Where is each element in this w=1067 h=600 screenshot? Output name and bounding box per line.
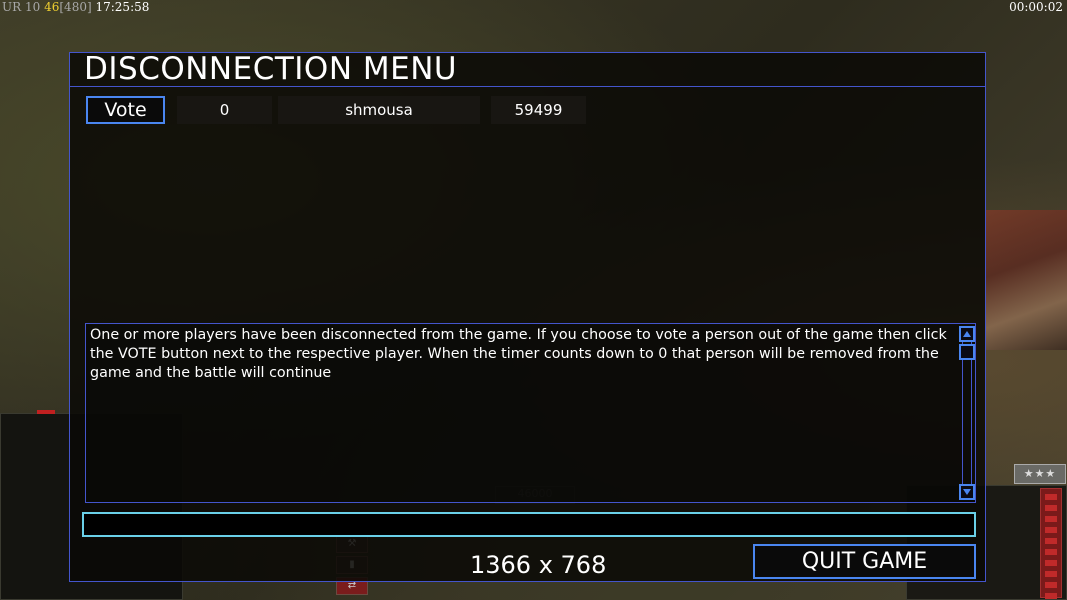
- player-name: shmousa: [278, 96, 480, 124]
- scroll-down-arrow-icon[interactable]: [959, 484, 975, 500]
- background-building: [985, 210, 1067, 350]
- level-value: 10: [24, 0, 41, 14]
- clock: 17:25:58: [95, 0, 150, 14]
- game-timer: 00:00:02: [1009, 0, 1063, 14]
- scroll-up-arrow-icon[interactable]: [959, 326, 975, 342]
- message-box: One or more players have been disconnect…: [85, 323, 976, 503]
- money-value: 46: [44, 0, 60, 14]
- top-status-bar: UR 10 46[480] 17:25:58: [2, 0, 149, 14]
- dialog-title: DISCONNECTION MENU: [84, 51, 458, 87]
- title-divider: [70, 86, 985, 87]
- scrollbar-thumb[interactable]: [959, 344, 975, 360]
- resolution-text: 1366 x 768: [470, 551, 607, 579]
- quit-game-button[interactable]: QUIT GAME: [753, 544, 976, 579]
- vote-button[interactable]: Vote: [86, 96, 165, 124]
- power-bar: [1040, 488, 1062, 599]
- rank-stars: ★★★: [1014, 464, 1066, 484]
- disconnection-dialog: DISCONNECTION MENU Vote 0 shmousa 59499 …: [69, 51, 986, 582]
- vote-count: 0: [177, 96, 272, 124]
- money-max: [480]: [59, 0, 92, 14]
- disconnect-message: One or more players have been disconnect…: [90, 327, 947, 381]
- player-ping: 59499: [491, 96, 586, 124]
- scrollbar-track[interactable]: [962, 342, 972, 484]
- faction-label: UR: [2, 0, 22, 14]
- chat-input[interactable]: [82, 512, 976, 537]
